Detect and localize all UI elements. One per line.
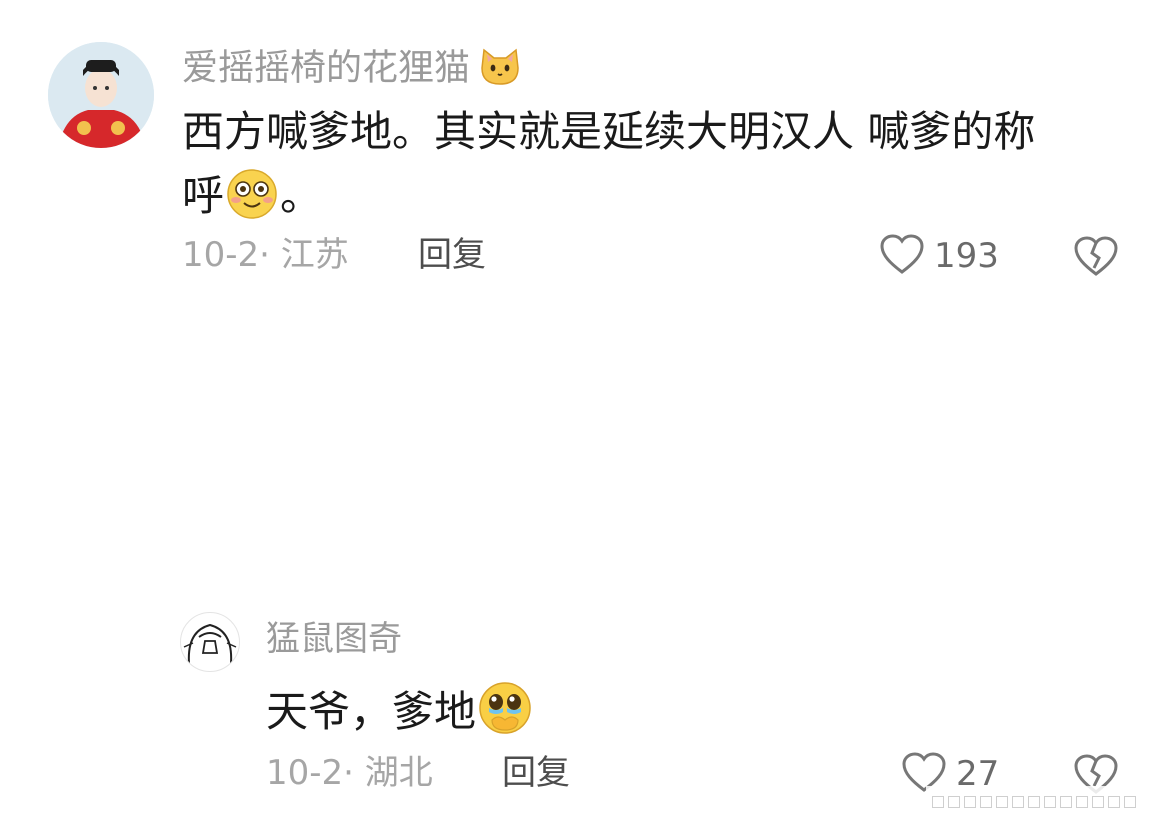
heart-icon: [878, 232, 926, 280]
comment-meta: 10-2· 江苏: [182, 235, 349, 275]
user-avatar-icon: [183, 623, 237, 664]
comment-item: 猛鼠图奇 天爷，爹地 10-2· 湖北 回复 27: [0, 300, 1170, 816]
dislike-button[interactable]: [1072, 234, 1120, 282]
reply-button[interactable]: 回复: [502, 756, 570, 790]
comment-meta: 10-2· 湖北: [266, 753, 433, 793]
broken-heart-icon: [1072, 236, 1120, 282]
like-count: 193: [934, 236, 999, 276]
reply-button[interactable]: 回复: [418, 238, 486, 272]
username[interactable]: 爱摇摇椅的花狸猫: [182, 46, 522, 93]
flushed-smile-icon: [224, 168, 280, 238]
comment-item: 爱摇摇椅的花狸猫 西方喊爹地。其实就是延续大明汉人 喊爹的称 呼 。 10-2·…: [0, 0, 1170, 300]
cat-face-icon: [478, 46, 522, 93]
avatar[interactable]: [48, 42, 154, 148]
comment-text: 天爷，爹地: [266, 680, 534, 754]
avatar[interactable]: [180, 612, 240, 672]
like-button[interactable]: 193: [878, 232, 999, 280]
pleading-face-icon: [476, 680, 534, 754]
watermark-glyphs: [932, 796, 1136, 808]
username[interactable]: 猛鼠图奇: [266, 622, 402, 656]
watermark: [926, 786, 1136, 816]
comment-text: 西方喊爹地。其实就是延续大明汉人 喊爹的称 呼 。: [182, 100, 1122, 238]
user-avatar-icon: [48, 42, 154, 148]
